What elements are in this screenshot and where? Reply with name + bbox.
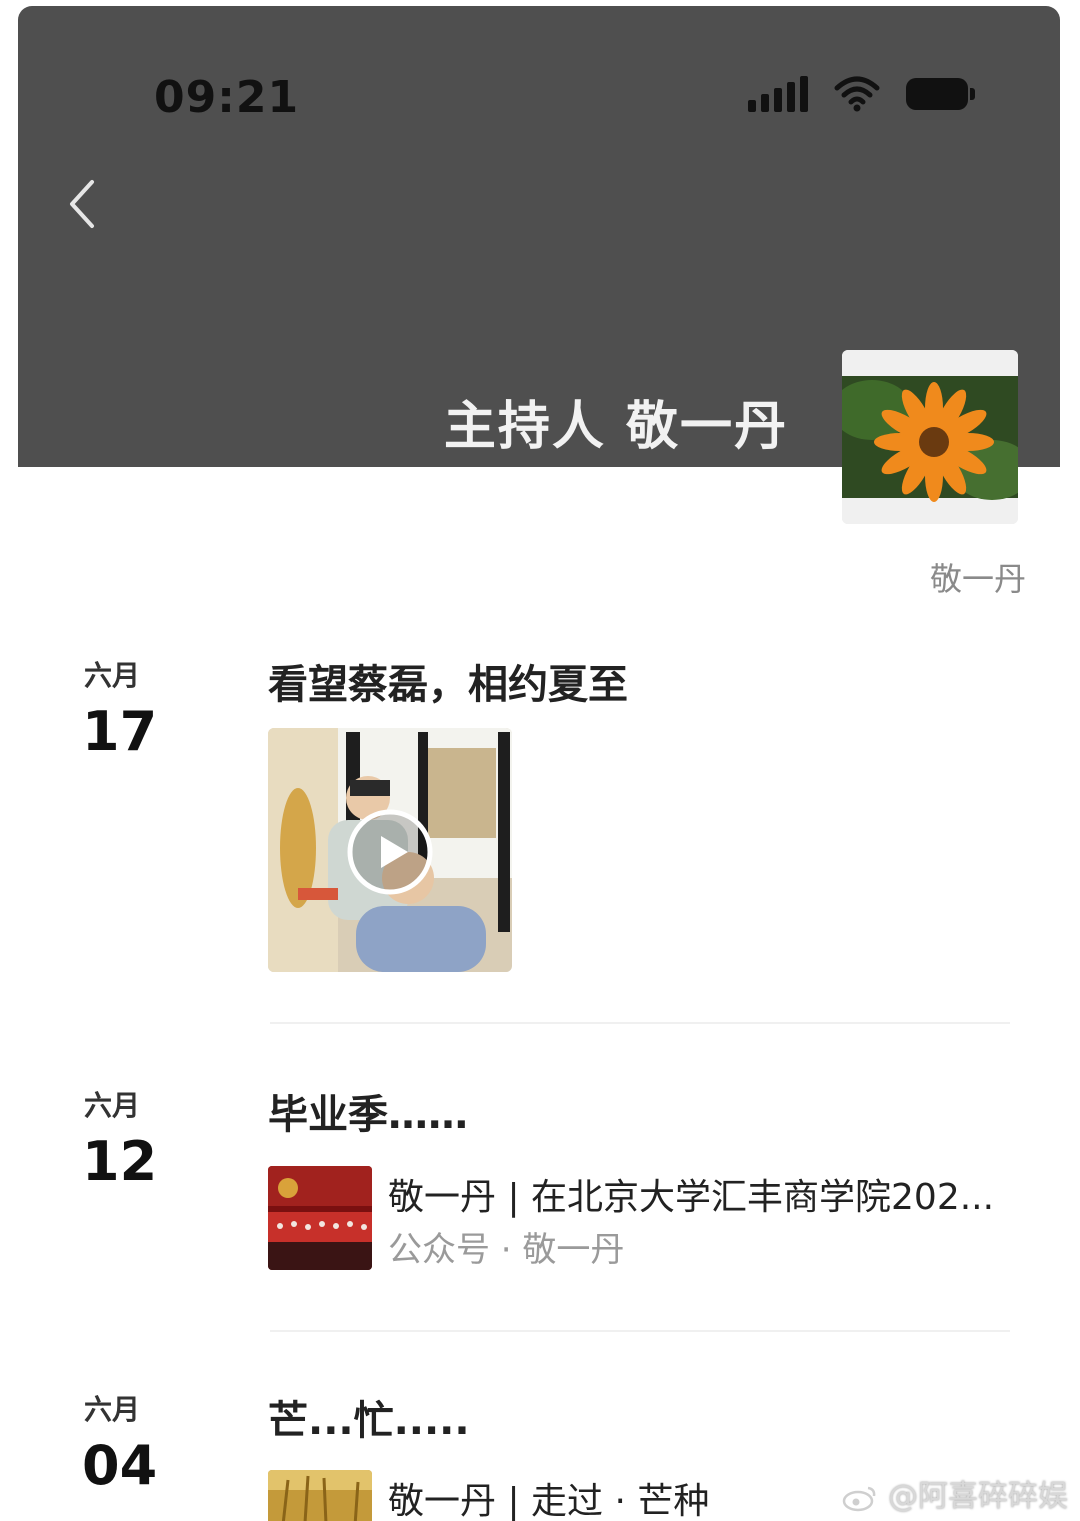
article-title: 敬一丹 | 走过 · 芒种 (388, 1481, 710, 1521)
entry-title[interactable]: 芒...忙..... (268, 1388, 470, 1446)
entry-divider (270, 1330, 1010, 1332)
profile-name[interactable]: 敬一丹 (930, 554, 1026, 600)
article-source: 公众号 · 敬一丹 (388, 1230, 625, 1270)
ceremony-photo (268, 1166, 372, 1270)
entry-title[interactable]: 看望蔡磊，相约夏至 (268, 652, 628, 710)
status-time: 09:21 (154, 72, 300, 123)
watermark: @阿喜碎碎娱 (842, 1471, 1068, 1515)
entry-day: 04 (82, 1434, 158, 1497)
article-thumbnail (268, 1166, 372, 1270)
watermark-text: @阿喜碎碎娱 (888, 1479, 1068, 1514)
back-chevron-icon (70, 180, 94, 228)
back-button[interactable] (62, 174, 122, 254)
entry-month: 六月 (84, 659, 141, 692)
entry-month: 六月 (84, 1393, 141, 1426)
status-icons (748, 76, 975, 112)
play-icon (347, 809, 433, 895)
article-card[interactable]: 敬一丹 | 在北京大学汇丰商学院202... 公众号 · 敬一丹 (268, 1166, 1028, 1270)
signal-icon (748, 76, 808, 112)
wheat-photo (268, 1470, 372, 1521)
page-title: 主持人 敬一丹 (443, 397, 788, 457)
weibo-logo-icon (843, 1486, 876, 1511)
entry-divider (270, 1022, 1010, 1024)
article-title: 敬一丹 | 在北京大学汇丰商学院202... (388, 1177, 995, 1218)
entry-month: 六月 (84, 1089, 141, 1122)
entry-title[interactable]: 毕业季…… (268, 1082, 468, 1140)
profile-cover-image[interactable] (842, 350, 1018, 524)
entry-day: 17 (82, 700, 158, 763)
entry-day: 12 (82, 1130, 158, 1193)
flower-photo (842, 350, 1018, 524)
video-thumbnail[interactable] (268, 728, 512, 972)
article-thumbnail (268, 1470, 372, 1521)
wifi-icon (834, 76, 880, 112)
battery-icon (906, 78, 975, 110)
